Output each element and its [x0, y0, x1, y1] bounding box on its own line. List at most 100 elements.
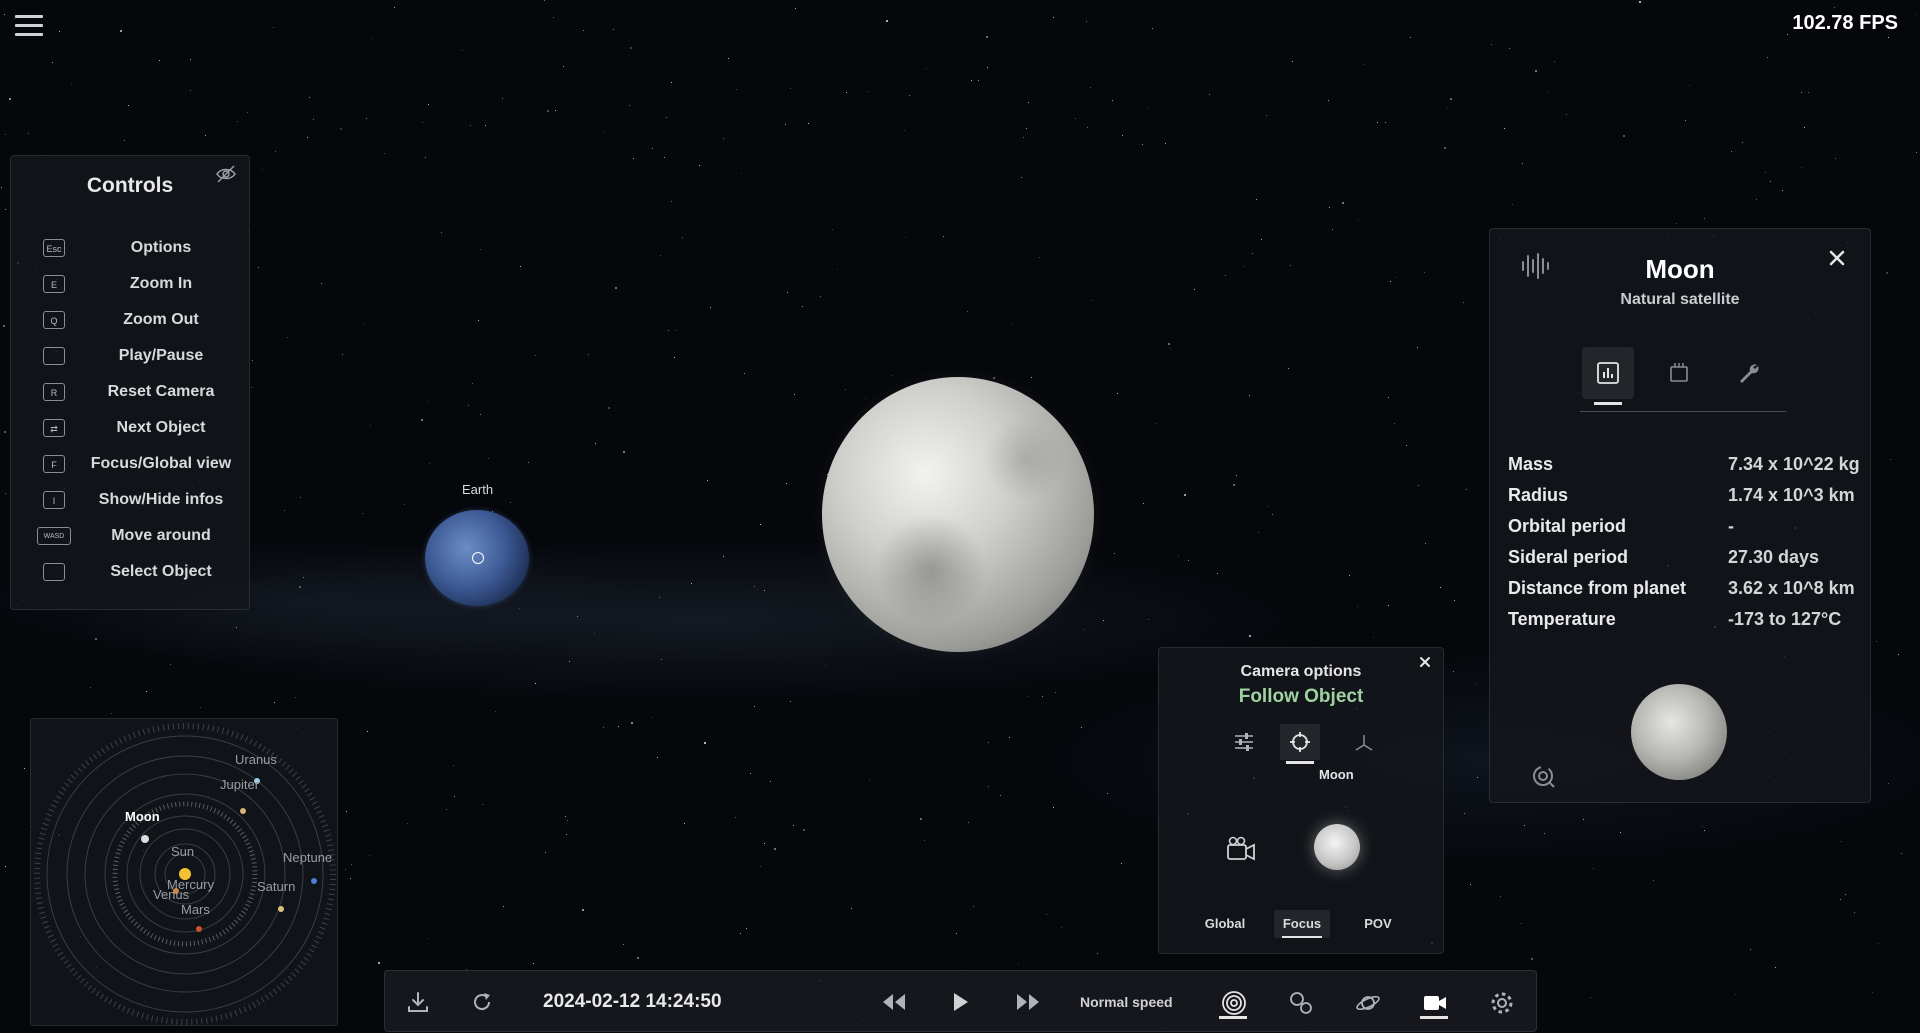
- star: [1097, 953, 1098, 954]
- star: [652, 148, 653, 149]
- play-button[interactable]: [943, 985, 977, 1019]
- star: [971, 80, 972, 81]
- star: [671, 201, 672, 202]
- star: [793, 825, 794, 826]
- star: [1834, 7, 1835, 8]
- minimap-label-neptune[interactable]: Neptune: [283, 850, 332, 865]
- star: [993, 377, 995, 379]
- fast-forward-button[interactable]: [1010, 985, 1044, 1019]
- focus-camera-icon[interactable]: [1530, 763, 1556, 789]
- orbits-toggle-button[interactable]: [1216, 985, 1250, 1019]
- star: [846, 92, 847, 93]
- star: [1676, 223, 1677, 224]
- simulation-datetime[interactable]: 2024-02-12 14:24:50: [543, 991, 722, 1013]
- simulation-speed[interactable]: Normal speed: [1080, 994, 1173, 1010]
- bodies-toggle-button[interactable]: [1283, 985, 1317, 1019]
- download-button[interactable]: [401, 985, 435, 1019]
- star: [274, 702, 275, 703]
- camera-mode-global[interactable]: Global: [1197, 910, 1253, 938]
- control-label: Move around: [111, 527, 211, 544]
- control-label: Options: [130, 239, 192, 256]
- camera-toggle-button[interactable]: [1417, 985, 1451, 1019]
- minimap-label-uranus[interactable]: Uranus: [235, 752, 277, 767]
- star: [1835, 158, 1836, 159]
- camera-target-preview[interactable]: [1314, 824, 1360, 870]
- star: [1084, 629, 1085, 630]
- star: [1888, 37, 1889, 38]
- star: [707, 480, 708, 481]
- camera-mode-focus[interactable]: Focus: [1274, 910, 1330, 938]
- video-camera-icon[interactable]: [1226, 835, 1256, 863]
- minimap-label-sun[interactable]: Sun: [171, 844, 194, 859]
- tab-description[interactable]: [1653, 347, 1705, 399]
- star: [1491, 44, 1492, 45]
- star: [480, 249, 481, 250]
- eye-off-icon[interactable]: [215, 164, 237, 184]
- stat-value: 1.74 x 10^3 km: [1728, 485, 1855, 505]
- control-label: Next Object: [116, 419, 206, 436]
- star: [754, 706, 755, 707]
- earth-label[interactable]: Earth: [462, 482, 493, 497]
- star: [446, 809, 447, 810]
- moon-body[interactable]: [822, 377, 1094, 652]
- star: [1547, 92, 1548, 93]
- star: [787, 292, 788, 293]
- star: [968, 822, 969, 823]
- star: [1466, 489, 1467, 490]
- control-key-icon: F: [43, 455, 65, 473]
- earth-target-marker-icon[interactable]: [472, 552, 484, 564]
- star: [236, 627, 237, 628]
- stat-name: Mass: [1508, 454, 1554, 474]
- star: [1840, 899, 1841, 900]
- star: [1886, 272, 1888, 274]
- star: [785, 124, 786, 125]
- star: [120, 30, 122, 32]
- control-label: Zoom In: [129, 275, 193, 292]
- camera-tab-follow[interactable]: [1280, 724, 1320, 764]
- minimap-label-mars[interactable]: Mars: [181, 902, 210, 917]
- star: [1756, 199, 1757, 200]
- star: [1878, 943, 1879, 944]
- star: [453, 765, 454, 766]
- reset-time-button[interactable]: [465, 985, 499, 1019]
- bar-chart-icon: [1597, 362, 1619, 384]
- planet-rings-toggle-button[interactable]: [1350, 985, 1384, 1019]
- star: [1147, 108, 1148, 109]
- minimap-label-moon[interactable]: Moon: [125, 809, 160, 824]
- star: [1804, 127, 1805, 128]
- tab-tools[interactable]: [1723, 347, 1775, 399]
- star: [710, 307, 711, 308]
- star: [1770, 181, 1771, 182]
- star: [1509, 48, 1510, 49]
- camera-tab-axes[interactable]: [1344, 724, 1384, 760]
- object-name: Moon: [1645, 254, 1715, 284]
- control-key-icon: Esc: [43, 239, 65, 257]
- camera-mode-pov[interactable]: POV: [1350, 910, 1406, 938]
- camera-tab-settings[interactable]: [1224, 724, 1264, 760]
- tab-stats[interactable]: [1582, 347, 1634, 405]
- star: [1750, 949, 1751, 950]
- control-row: F Focus/Global view: [11, 447, 251, 483]
- star: [519, 608, 520, 609]
- star: [746, 928, 747, 929]
- control-label: Play/Pause: [118, 347, 204, 364]
- star: [1504, 128, 1505, 129]
- star: [90, 687, 91, 688]
- star: [1086, 21, 1087, 22]
- settings-button[interactable]: [1484, 985, 1518, 1019]
- star: [1916, 152, 1917, 153]
- hamburger-menu-icon[interactable]: [15, 15, 43, 37]
- minimap-label-saturn[interactable]: Saturn: [257, 879, 295, 894]
- star: [764, 590, 765, 591]
- solar-system-minimap[interactable]: Uranus Jupiter Moon Sun Neptune Mercury …: [30, 718, 338, 1026]
- star: [555, 110, 556, 111]
- star: [588, 354, 589, 355]
- minimap-label-venus[interactable]: Venus: [153, 887, 189, 902]
- rewind-button[interactable]: [876, 985, 910, 1019]
- star: [1477, 777, 1478, 778]
- star: [1454, 600, 1455, 601]
- control-label: Show/Hide infos: [98, 491, 224, 508]
- star: [1266, 115, 1267, 116]
- star: [1292, 61, 1293, 62]
- minimap-label-jupiter[interactable]: Jupiter: [220, 777, 259, 792]
